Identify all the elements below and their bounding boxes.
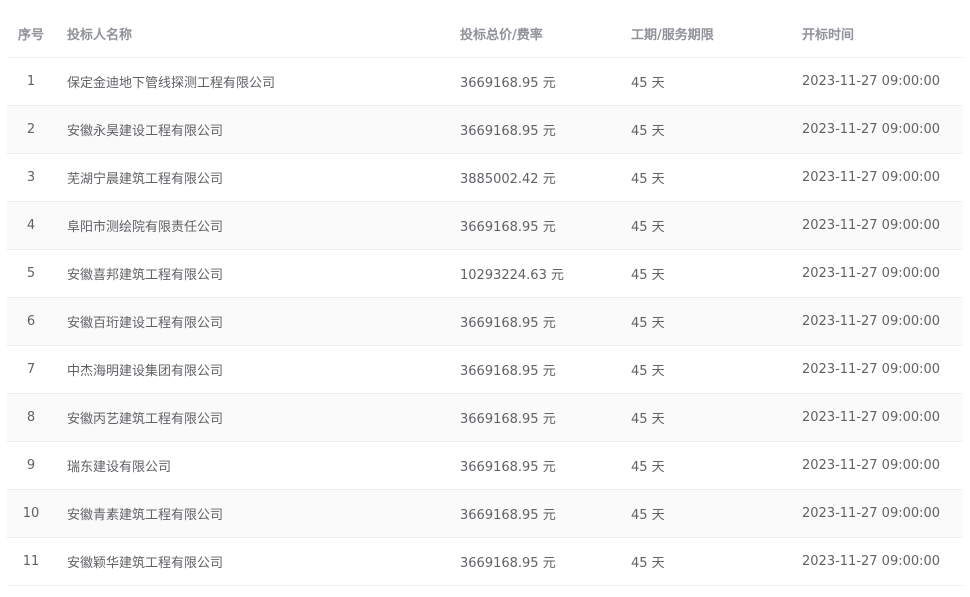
row-bid-price: 3669168.95 元 — [460, 460, 556, 475]
header-service-period: 工期/服务期限 — [631, 28, 714, 43]
row-bidder-name: 芜湖宁晨建筑工程有限公司 — [67, 172, 224, 187]
row-bidder-name: 安徽青素建筑工程有限公司 — [67, 508, 224, 523]
row-open-time: 2023-11-27 09:00:00 — [802, 506, 941, 521]
table-header: 序号 投标人名称 投标总价/费率 工期/服务期限 开标时间 — [7, 10, 963, 58]
row-bid-price: 10293224.63 元 — [460, 268, 564, 283]
row-open-time: 2023-11-27 09:00:00 — [802, 314, 941, 329]
row-bidder-name: 保定金迪地下管线探测工程有限公司 — [67, 76, 276, 91]
row-bid-price: 3669168.95 元 — [460, 316, 556, 331]
table-row: 5 安徽喜邦建筑工程有限公司 10293224.63 元 45 天 2023-11-27… — [7, 250, 963, 298]
row-bidder-name: 安徽颖华建筑工程有限公司 — [67, 556, 224, 571]
row-index: 3 — [26, 170, 36, 185]
row-index: 1 — [26, 74, 36, 89]
table-body: 1 保定金迪地下管线探测工程有限公司 3669168.95 元 45 天 2023-11… — [7, 58, 963, 586]
table-row: 7 中杰海明建设集团有限公司 3669168.95 元 45 天 2023-11-27 … — [7, 346, 963, 394]
row-bidder-name: 阜阳市测绘院有限责任公司 — [67, 220, 224, 235]
table-row: 6 安徽百珩建设工程有限公司 3669168.95 元 45 天 2023-11-27 … — [7, 298, 963, 346]
row-bidder-name: 安徽永昊建设工程有限公司 — [67, 124, 224, 139]
table-row: 1 保定金迪地下管线探测工程有限公司 3669168.95 元 45 天 2023-11… — [7, 58, 963, 106]
row-index: 11 — [22, 554, 40, 569]
row-bid-price: 3669168.95 元 — [460, 364, 556, 379]
row-service-period: 45 天 — [631, 556, 665, 571]
row-bidder-name: 瑞东建设有限公司 — [67, 460, 172, 475]
table-row: 4 阜阳市测绘院有限责任公司 3669168.95 元 45 天 2023-11-27 … — [7, 202, 963, 250]
row-bid-price: 3669168.95 元 — [460, 220, 556, 235]
row-index: 9 — [26, 458, 36, 473]
header-index: 序号 — [17, 28, 44, 43]
bid-results-table: 序号 投标人名称 投标总价/费率 工期/服务期限 开标时间 1 保定金迪地下管线探… — [7, 10, 963, 586]
table-row: 2 安徽永昊建设工程有限公司 3669168.95 元 45 天 2023-11-27 … — [7, 106, 963, 154]
header-open-time: 开标时间 — [802, 28, 855, 43]
row-service-period: 45 天 — [631, 460, 665, 475]
row-open-time: 2023-11-27 09:00:00 — [802, 218, 941, 233]
table-row: 9 瑞东建设有限公司 3669168.95 元 45 天 2023-11-27 09:0… — [7, 442, 963, 490]
row-index: 7 — [26, 362, 36, 377]
row-bidder-name: 安徽丙艺建筑工程有限公司 — [67, 412, 224, 427]
row-open-time: 2023-11-27 09:00:00 — [802, 410, 941, 425]
table-row: 8 安徽丙艺建筑工程有限公司 3669168.95 元 45 天 2023-11-27 … — [7, 394, 963, 442]
row-open-time: 2023-11-27 09:00:00 — [802, 122, 941, 137]
table-row: 11 安徽颖华建筑工程有限公司 3669168.95 元 45 天 2023-11-27… — [7, 538, 963, 586]
table-row: 3 芜湖宁晨建筑工程有限公司 3885002.42 元 45 天 2023-11-27 … — [7, 154, 963, 202]
row-service-period: 45 天 — [631, 268, 665, 283]
header-bid-price: 投标总价/费率 — [460, 28, 543, 43]
row-service-period: 45 天 — [631, 220, 665, 235]
row-bidder-name: 中杰海明建设集团有限公司 — [67, 364, 224, 379]
row-service-period: 45 天 — [631, 172, 665, 187]
row-bid-price: 3669168.95 元 — [460, 508, 556, 523]
row-service-period: 45 天 — [631, 76, 665, 91]
row-open-time: 2023-11-27 09:00:00 — [802, 266, 941, 281]
row-bid-price: 3885002.42 元 — [460, 172, 556, 187]
row-bid-price: 3669168.95 元 — [460, 556, 556, 571]
row-bid-price: 3669168.95 元 — [460, 76, 556, 91]
row-service-period: 45 天 — [631, 124, 665, 139]
row-service-period: 45 天 — [631, 364, 665, 379]
row-service-period: 45 天 — [631, 508, 665, 523]
row-service-period: 45 天 — [631, 412, 665, 427]
row-index: 8 — [26, 410, 36, 425]
header-bidder-name: 投标人名称 — [67, 28, 133, 43]
row-index: 4 — [26, 218, 36, 233]
row-bidder-name: 安徽喜邦建筑工程有限公司 — [67, 268, 224, 283]
row-index: 10 — [22, 506, 40, 521]
row-index: 6 — [26, 314, 36, 329]
row-bid-price: 3669168.95 元 — [460, 412, 556, 427]
row-open-time: 2023-11-27 09:00:00 — [802, 362, 941, 377]
row-service-period: 45 天 — [631, 316, 665, 331]
row-index: 2 — [26, 122, 36, 137]
row-bid-price: 3669168.95 元 — [460, 124, 556, 139]
table-row: 10 安徽青素建筑工程有限公司 3669168.95 元 45 天 2023-11-27… — [7, 490, 963, 538]
row-index: 5 — [26, 266, 36, 281]
row-open-time: 2023-11-27 09:00:00 — [802, 74, 941, 89]
row-open-time: 2023-11-27 09:00:00 — [802, 170, 941, 185]
row-open-time: 2023-11-27 09:00:00 — [802, 458, 941, 473]
row-bidder-name: 安徽百珩建设工程有限公司 — [67, 316, 224, 331]
row-open-time: 2023-11-27 09:00:00 — [802, 554, 941, 569]
